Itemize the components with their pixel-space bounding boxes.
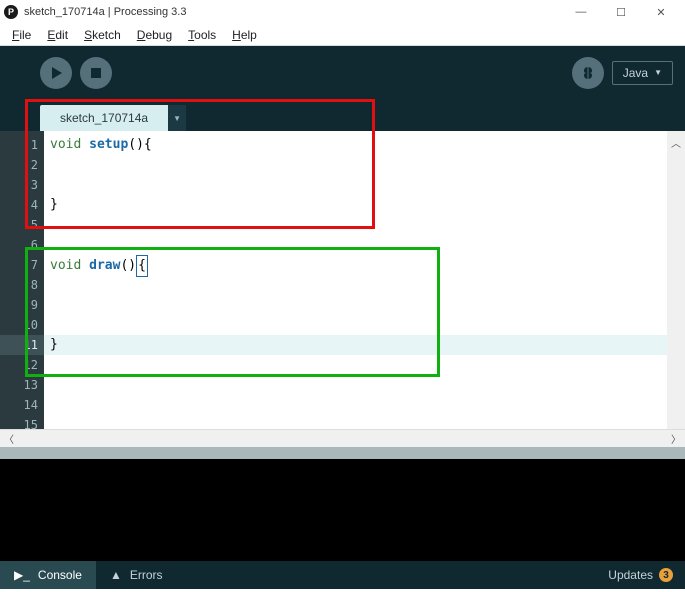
butterfly-icon — [579, 64, 597, 82]
scroll-up-icon: ︿ — [671, 135, 681, 429]
errors-tab[interactable]: ▲ Errors — [96, 561, 177, 589]
menu-bar: File Edit Sketch Debug Tools Help — [0, 24, 685, 46]
menu-help[interactable]: Help — [224, 26, 265, 44]
line-number: 12 — [0, 355, 44, 375]
line-number: 9 — [0, 295, 44, 315]
line-number: 3 — [0, 175, 44, 195]
line-number: 14 — [0, 395, 44, 415]
code-line[interactable]: void draw(){ — [44, 255, 667, 275]
console-label: Console — [38, 568, 82, 582]
line-number: 6 — [0, 235, 44, 255]
code-line[interactable] — [44, 395, 667, 415]
line-number: 8 — [0, 275, 44, 295]
code-line[interactable]: } — [44, 195, 667, 215]
code-line[interactable] — [44, 315, 667, 335]
code-line[interactable] — [44, 415, 667, 435]
console-icon: ▶_ — [14, 568, 30, 582]
line-number: 13 — [0, 375, 44, 395]
menu-file[interactable]: File — [4, 26, 39, 44]
tab-bar: sketch_170714a ▼ — [0, 99, 685, 131]
code-line[interactable] — [44, 295, 667, 315]
errors-label: Errors — [130, 568, 163, 582]
console-tab[interactable]: ▶_ Console — [0, 561, 96, 589]
toolbar: Java ▼ — [0, 46, 685, 99]
mode-label: Java — [623, 66, 648, 80]
code-area[interactable]: void setup(){} void draw(){} — [44, 131, 667, 429]
stop-icon — [91, 68, 101, 78]
tab-menu-button[interactable]: ▼ — [168, 105, 186, 131]
warning-icon: ▲ — [110, 568, 122, 582]
line-number: 15 — [0, 415, 44, 435]
line-number: 10 — [0, 315, 44, 335]
mode-selector[interactable]: Java ▼ — [612, 61, 673, 85]
title-bar: P sketch_170714a | Processing 3.3 — ☐ ✕ — [0, 0, 685, 24]
line-gutter: 123456789101112131415 — [0, 131, 44, 429]
close-button[interactable]: ✕ — [641, 0, 681, 24]
window-title: sketch_170714a | Processing 3.3 — [24, 6, 186, 18]
code-line[interactable] — [44, 155, 667, 175]
scroll-right-icon: 〉 — [671, 431, 681, 446]
code-line[interactable]: } — [44, 335, 667, 355]
line-number: 11 — [0, 335, 44, 355]
line-number: 4 — [0, 195, 44, 215]
minimize-button[interactable]: — — [561, 0, 601, 24]
splitter[interactable] — [0, 447, 685, 459]
footer-bar: ▶_ Console ▲ Errors Updates 3 — [0, 561, 685, 589]
run-button[interactable] — [40, 57, 72, 89]
app-icon: P — [4, 5, 18, 19]
chevron-down-icon: ▼ — [654, 68, 662, 77]
console-output — [0, 459, 685, 561]
code-line[interactable] — [44, 215, 667, 235]
line-number: 2 — [0, 155, 44, 175]
stop-button[interactable] — [80, 57, 112, 89]
menu-edit[interactable]: Edit — [39, 26, 76, 44]
line-number: 1 — [0, 135, 44, 155]
updates-badge: 3 — [659, 568, 673, 582]
line-number: 5 — [0, 215, 44, 235]
menu-sketch[interactable]: Sketch — [76, 26, 129, 44]
code-line[interactable]: void setup(){ — [44, 135, 667, 155]
maximize-button[interactable]: ☐ — [601, 0, 641, 24]
play-icon — [52, 67, 62, 79]
vertical-scrollbar[interactable]: ︿ — [667, 131, 685, 429]
debug-button[interactable] — [572, 57, 604, 89]
menu-tools[interactable]: Tools — [180, 26, 224, 44]
updates-label: Updates — [608, 568, 653, 582]
code-line[interactable] — [44, 375, 667, 395]
menu-debug[interactable]: Debug — [129, 26, 180, 44]
code-line[interactable] — [44, 235, 667, 255]
updates-button[interactable]: Updates 3 — [596, 561, 685, 589]
line-number: 7 — [0, 255, 44, 275]
editor: 123456789101112131415 void setup(){}void… — [0, 131, 685, 429]
sketch-tab[interactable]: sketch_170714a — [40, 105, 168, 131]
code-line[interactable] — [44, 355, 667, 375]
code-line[interactable] — [44, 175, 667, 195]
code-line[interactable] — [44, 275, 667, 295]
